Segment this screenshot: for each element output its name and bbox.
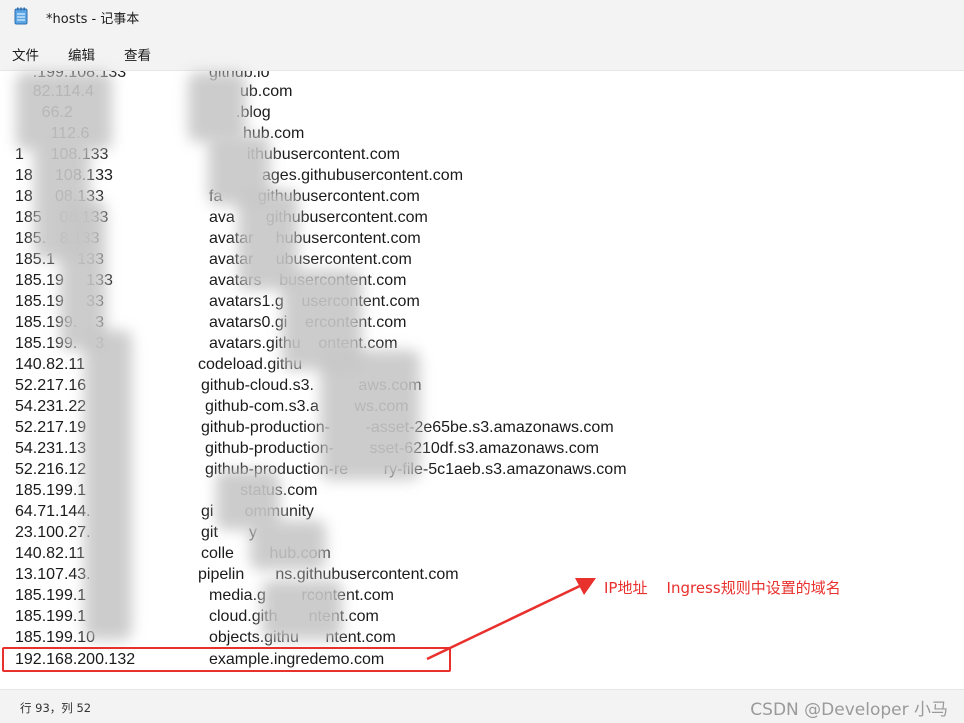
menu-file[interactable]: 文件 xyxy=(12,44,39,64)
ip-address: 185.199. 3 xyxy=(15,314,104,331)
hostname: media.g rcontent.com xyxy=(209,587,394,604)
hostname: fa githubusercontent.com xyxy=(209,188,420,205)
hosts-line: 18 108.133 ages.githubusercontent.com xyxy=(0,165,964,186)
hostname: github-com.s3.a ws.com xyxy=(205,398,409,415)
ip-address: 185.199.10 xyxy=(15,629,96,646)
hosts-line: 185. 8.133 avatar hubusercontent.com xyxy=(0,228,964,249)
ip-address: 140.82.11 xyxy=(15,545,85,562)
annotation-label: IP地址 Ingress规则中设置的域名 xyxy=(604,579,841,597)
hosts-line: 18 08.133 fa githubusercontent.com xyxy=(0,186,964,207)
hostname: github-production-re ry-file-5c1aeb.s3.a… xyxy=(205,461,627,478)
hosts-line: 54.231.22 github-com.s3.a ws.com xyxy=(0,396,964,417)
ip-address: 140.82.11 xyxy=(15,356,85,373)
ip-address: 185.199.1 xyxy=(15,587,87,604)
ip-address: 52.217.16 xyxy=(15,377,87,394)
hostname: colle hub.com xyxy=(201,545,331,562)
hosts-line: 52.216.12 github-production-re ry-file-5… xyxy=(0,459,964,480)
hostname: avatar hubusercontent.com xyxy=(209,230,421,247)
ip-address: 18 08.133 xyxy=(15,188,104,205)
hosts-line: 52.217.19 github-production- -asset-2e65… xyxy=(0,417,964,438)
ip-address: 185.19 33 xyxy=(15,293,104,310)
ip-address: 185.19 133 xyxy=(15,272,113,289)
title-bar: *hosts - 记事本 xyxy=(0,0,964,34)
ip-address: 13.107.43. xyxy=(15,566,91,583)
ip-address: 192.168.200.132 xyxy=(15,651,136,668)
ip-address: 185 08.133 xyxy=(15,209,109,226)
hosts-line: 185.199.1 cloud.gith ntent.com xyxy=(0,606,964,627)
window-title: *hosts - 记事本 xyxy=(46,12,140,27)
hostname: github-production- -asset-2e65be.s3.amaz… xyxy=(201,419,614,436)
ip-address: 54.231.13 xyxy=(15,440,87,457)
hosts-line: 52.217.16 github-cloud.s3. aws.com xyxy=(0,375,964,396)
hosts-line: 112.6 hub.com xyxy=(0,123,964,144)
hostname: codeload.githu xyxy=(198,356,303,373)
hostname: ages.githubusercontent.com xyxy=(262,167,464,184)
hostname: avatars1.g usercontent.com xyxy=(209,293,420,310)
hostname: avatar ubusercontent.com xyxy=(209,251,412,268)
ip-address: 185.199. 3 xyxy=(15,335,104,352)
hosts-line: 140.82.11 codeload.githu xyxy=(0,354,964,375)
hosts-line: 54.231.13 github-production- sset-6210df… xyxy=(0,438,964,459)
hosts-line: 185.1 133 avatar ubusercontent.com xyxy=(0,249,964,270)
hosts-line: 82.114.4 ub.com xyxy=(0,81,964,102)
ip-address: 23.100.27. xyxy=(15,524,91,541)
hosts-line: 23.100.27. git y xyxy=(0,522,964,543)
watermark: CSDN @Developer 小马 xyxy=(750,700,948,720)
ip-address: 52.217.19 xyxy=(15,419,87,436)
ip-address: 54.231.22 xyxy=(15,398,87,415)
hosts-line: 185.199. 3 avatars0.gi ercontent.com xyxy=(0,312,964,333)
hosts-line: 1 108.133 ithubusercontent.com xyxy=(0,144,964,165)
ip-address: 185.199.1 xyxy=(15,482,87,499)
notepad-icon xyxy=(14,7,28,25)
ip-address: 18 108.133 xyxy=(15,167,113,184)
ip-address: 66.2 xyxy=(15,104,73,121)
menu-bar: 文件 编辑 查看 xyxy=(0,34,964,70)
ip-address: 1 108.133 xyxy=(15,146,109,163)
hostname: example.ingredemo.com xyxy=(209,651,385,668)
hosts-line-highlighted: 192.168.200.132 example.ingredemo.com xyxy=(0,649,964,670)
hosts-line: 66.2 .blog xyxy=(0,102,964,123)
hostname: avatars.githu ontent.com xyxy=(209,335,398,352)
ip-address: 112.6 xyxy=(15,125,90,142)
hosts-line: 185.199.10 objects.githu ntent.com xyxy=(0,627,964,648)
ip-address: 185.199.1 xyxy=(15,608,87,625)
hostname: hub.com xyxy=(243,125,305,142)
menu-view[interactable]: 查看 xyxy=(124,44,151,64)
hosts-line: 185.199.1 status.com xyxy=(0,480,964,501)
hostname: status.com xyxy=(209,482,318,499)
hostname: avatars0.gi ercontent.com xyxy=(209,314,407,331)
hostname: pipelin ns.githubusercontent.com xyxy=(198,566,459,583)
hostname: avatars busercontent.com xyxy=(209,272,407,289)
hosts-line: 140.82.11 colle hub.com xyxy=(0,543,964,564)
hosts-line: 185.19 133 avatars busercontent.com xyxy=(0,270,964,291)
status-bar: 行 93，列 52 CSDN @Developer 小马 xyxy=(0,689,964,723)
hostname: .blog xyxy=(236,104,271,121)
ip-address: 52.216.12 xyxy=(15,461,87,478)
hostname: github-production- sset-6210df.s3.amazon… xyxy=(205,440,599,457)
hostname: github-cloud.s3. aws.com xyxy=(201,377,422,394)
hostname: objects.githu ntent.com xyxy=(209,629,396,646)
hostname: cloud.gith ntent.com xyxy=(209,608,379,625)
ip-address: 64.71.144. xyxy=(15,503,91,520)
cursor-position: 行 93，列 52 xyxy=(20,701,92,715)
hosts-line: 64.71.144. gi ommunity xyxy=(0,501,964,522)
ip-address: 185. 8.133 xyxy=(15,230,100,247)
hosts-line: 185.199. 3 avatars.githu ontent.com xyxy=(0,333,964,354)
menu-edit[interactable]: 编辑 xyxy=(68,44,95,64)
hosts-line: 185.19 33 avatars1.g usercontent.com xyxy=(0,291,964,312)
hosts-line: 185 08.133 ava githubusercontent.com xyxy=(0,207,964,228)
ip-address: 185.1 133 xyxy=(15,251,104,268)
hostname: gi ommunity xyxy=(201,503,314,520)
hostname: git y xyxy=(201,524,258,541)
hostname: ub.com xyxy=(240,83,293,100)
ip-address: 82.114.4 xyxy=(15,83,94,100)
hostname: ava githubusercontent.com xyxy=(209,209,428,226)
hostname: ithubusercontent.com xyxy=(247,146,400,163)
